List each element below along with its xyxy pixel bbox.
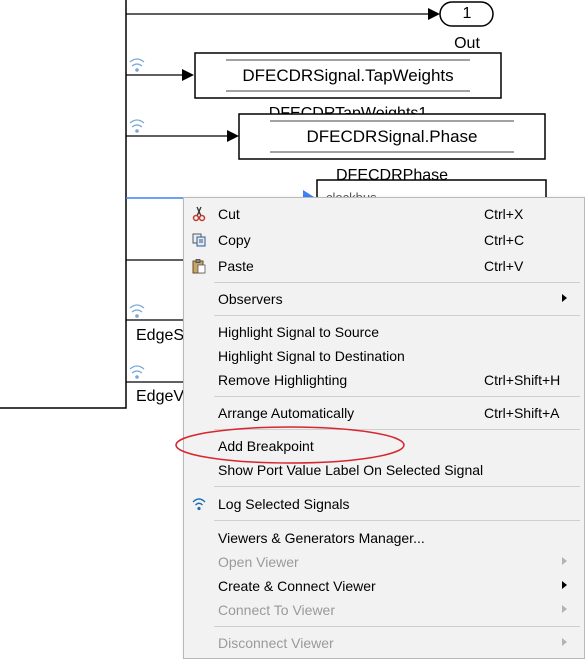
phase-block-text: DFECDRSignal.Phase [306, 127, 478, 146]
menu-label: Log Selected Signals [218, 496, 350, 512]
simulink-canvas[interactable]: 1 Out DFECDRSignal.TapWeights DFECDRTapW… [0, 0, 585, 659]
context-menu: Cut Ctrl+X Copy Ctrl+C Paste Ctrl+V Obse… [183, 197, 585, 659]
arrowhead [227, 130, 239, 142]
menu-label: Remove Highlighting [218, 372, 348, 388]
log-signal-icon [192, 498, 206, 511]
menu-item-viewers-generators-manager[interactable]: Viewers & Generators Manager... [184, 527, 584, 549]
menu-label: Add Breakpoint [218, 438, 314, 454]
submenu-arrow-icon [562, 294, 567, 302]
tapweights-block-name: DFECDRTapWeights1 [195, 106, 501, 114]
menu-item-connect-to-viewer[interactable]: Connect To Viewer [184, 599, 584, 621]
submenu-arrow-icon [562, 605, 567, 613]
arrowhead [428, 8, 440, 20]
menu-shortcut: Ctrl+V [484, 258, 524, 274]
menu-separator [214, 486, 580, 487]
tapweights-block-text: DFECDRSignal.TapWeights [242, 66, 454, 85]
menu-item-remove-highlighting[interactable]: Remove Highlighting Ctrl+Shift+H [184, 369, 584, 391]
menu-label: Open Viewer [218, 554, 299, 570]
signal-label-edges: EdgeS [136, 327, 185, 344]
menu-label: Highlight Signal to Source [218, 324, 380, 340]
copy-icon [192, 233, 206, 247]
scissors-icon [192, 206, 206, 222]
menu-item-cut[interactable]: Cut Ctrl+X [184, 203, 584, 225]
menu-item-observers[interactable]: Observers [184, 288, 584, 310]
log-signal-icon [129, 58, 145, 72]
menu-separator [214, 396, 580, 397]
phase-block-name: DFECDRPhase [335, 167, 449, 184]
menu-shortcut: Ctrl+C [484, 232, 525, 248]
menu-separator [214, 520, 580, 521]
outport-label: Out [454, 35, 480, 52]
menu-label: Show Port Value Label On Selected Signal [218, 462, 484, 478]
menu-item-highlight-source[interactable]: Highlight Signal to Source [184, 321, 584, 343]
outport-number: 1 [462, 5, 472, 22]
clipboard-icon [192, 259, 206, 274]
menu-separator [214, 315, 580, 316]
menu-item-highlight-destination[interactable]: Highlight Signal to Destination [184, 345, 584, 367]
arrowhead [182, 69, 194, 81]
log-signal-icon [129, 365, 145, 379]
menu-label: Connect To Viewer [218, 602, 335, 618]
menu-label: Arrange Automatically [218, 405, 355, 421]
menu-item-paste[interactable]: Paste Ctrl+V [184, 255, 584, 277]
menu-label: Copy [218, 232, 251, 248]
menu-item-log-selected-signals[interactable]: Log Selected Signals [184, 493, 584, 515]
menu-label: Cut [218, 206, 240, 222]
subsystem-block[interactable] [0, 0, 127, 409]
menu-shortcut: Ctrl+Shift+A [484, 405, 560, 421]
menu-label: Paste [218, 258, 254, 274]
menu-separator [214, 626, 580, 627]
menu-item-copy[interactable]: Copy Ctrl+C [184, 229, 584, 251]
menu-label: Observers [218, 291, 283, 307]
submenu-arrow-icon [562, 581, 567, 589]
menu-item-arrange-automatically[interactable]: Arrange Automatically Ctrl+Shift+A [184, 402, 584, 424]
log-signal-icon [129, 119, 145, 133]
menu-item-open-viewer[interactable]: Open Viewer [184, 551, 584, 573]
menu-item-disconnect-viewer[interactable]: Disconnect Viewer [184, 632, 584, 654]
log-signal-icon [129, 304, 145, 318]
menu-item-show-port-value-label[interactable]: Show Port Value Label On Selected Signal [184, 459, 584, 481]
menu-item-create-connect-viewer[interactable]: Create & Connect Viewer [184, 575, 584, 597]
menu-item-add-breakpoint[interactable]: Add Breakpoint [184, 435, 584, 457]
signal-label-edgev: EdgeV [136, 388, 185, 405]
submenu-arrow-icon [562, 638, 567, 646]
menu-shortcut: Ctrl+Shift+H [484, 372, 561, 388]
menu-label: Viewers & Generators Manager... [218, 530, 425, 546]
menu-shortcut: Ctrl+X [484, 206, 524, 222]
menu-separator [214, 282, 580, 283]
menu-label: Create & Connect Viewer [218, 578, 376, 594]
submenu-arrow-icon [562, 557, 567, 565]
menu-label: Highlight Signal to Destination [218, 348, 405, 364]
menu-separator [214, 429, 580, 430]
